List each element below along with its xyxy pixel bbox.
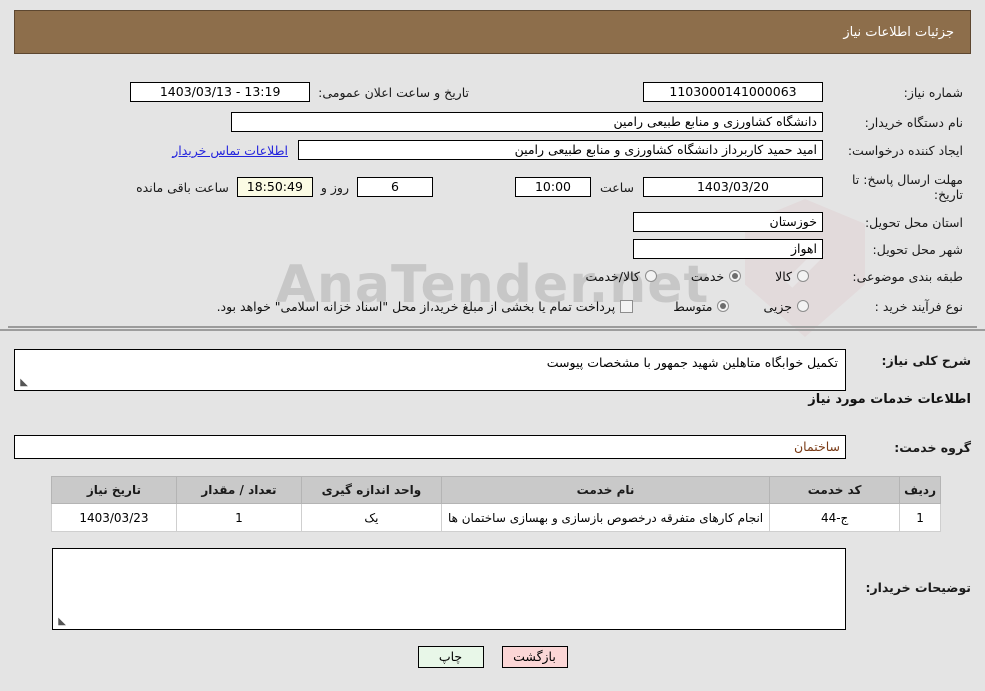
requester-label: ایجاد کننده درخواست: <box>847 142 963 158</box>
city-label: شهر محل تحویل: <box>872 241 963 257</box>
treasury-checkbox-label: پرداخت تمام یا بخشی از مبلغ خرید،از محل … <box>216 298 616 314</box>
col-quantity: تعداد / مقدار <box>175 476 302 504</box>
general-description-value: تکمیل خوابگاه متاهلین شهید جمهور با مشخص… <box>546 355 838 370</box>
row-buyer-notes: توضیحات خریدار: ◣ <box>14 548 971 630</box>
cell-quantity: 1 <box>175 503 302 532</box>
cell-service-name: انجام کارهای متفرقه درخصوص بازسازی و بهس… <box>440 503 771 532</box>
col-service-name: نام خدمت <box>440 476 771 504</box>
row-province: استان محل تحویل: خوزستان <box>22 210 963 234</box>
cell-unit: یک <box>300 503 442 532</box>
buyer-org-label: نام دستگاه خریدار: <box>864 114 963 130</box>
need-info-panel: شماره نیاز: 1103000141000063 تاریخ و ساع… <box>8 62 977 328</box>
panel-divider <box>0 329 985 331</box>
row-requester: ایجاد کننده درخواست: امید حمید کاربرداز … <box>22 138 963 162</box>
buyer-contact-link[interactable]: اطلاعات تماس خریدار <box>172 143 288 158</box>
row-need-number: شماره نیاز: 1103000141000063 تاریخ و ساع… <box>22 80 963 104</box>
cell-need-date: 1403/03/23 <box>50 503 177 532</box>
treasury-checkbox-group[interactable]: پرداخت تمام یا بخشی از مبلغ خرید،از محل … <box>217 299 634 314</box>
services-table: ردیف کد خدمت نام خدمت واحد اندازه گیری ت… <box>50 476 941 532</box>
service-group-value: ساختمان <box>14 435 846 459</box>
category-option-kala-label: کالا <box>775 268 792 284</box>
row-buyer-org: نام دستگاه خریدار: دانشگاه کشاورزی و منا… <box>22 110 963 134</box>
service-group-label: گروه خدمت: <box>894 439 971 455</box>
deadline-date-value: 1403/03/20 <box>643 177 823 197</box>
remaining-time-value: 18:50:49 <box>236 177 313 197</box>
category-label: طبقه بندی موضوعی: <box>852 268 963 284</box>
radio-kala-khedmat-icon[interactable] <box>644 270 657 282</box>
radio-motavaset-icon[interactable] <box>717 300 730 312</box>
row-service-group: گروه خدمت: ساختمان <box>14 435 971 459</box>
process-label: نوع فرآیند خرید : <box>874 298 963 314</box>
deadline-hour-value: 10:00 <box>514 177 591 197</box>
remaining-time-label: ساعت باقی مانده <box>136 179 229 195</box>
row-process: نوع فرآیند خرید : جزیی متوسط پرداخت تمام… <box>22 294 963 318</box>
cell-row-no: 1 <box>899 503 941 532</box>
row-deadline: مهلت ارسال پاسخ: تا تاریخ: 1403/03/20 سا… <box>22 170 963 204</box>
row-general-description: شرح کلی نیاز: تکمیل خوابگاه متاهلین شهید… <box>14 349 971 391</box>
category-option-khedmat[interactable]: خدمت <box>690 268 742 284</box>
public-announce-label: تاریخ و ساعت اعلان عمومی: <box>318 84 469 100</box>
buyer-notes-box[interactable]: ◣ <box>52 548 846 630</box>
category-option-kala-khedmat[interactable]: کالا/خدمت <box>585 268 657 284</box>
print-button[interactable]: چاپ <box>417 646 484 668</box>
row-category: طبقه بندی موضوعی: کالا خدمت کالا/خدمت <box>22 264 963 288</box>
remaining-days-value: 6 <box>356 177 433 197</box>
services-section-heading: اطلاعات خدمات مورد نیاز <box>808 392 971 407</box>
buyer-notes-label: توضیحات خریدار: <box>865 580 971 595</box>
process-option-motavaset[interactable]: متوسط <box>673 298 730 314</box>
page-header: جزئیات اطلاعات نیاز <box>14 10 971 54</box>
category-option-kala-khedmat-label: کالا/خدمت <box>585 268 640 284</box>
radio-khedmat-icon[interactable] <box>729 270 742 282</box>
general-description-box[interactable]: تکمیل خوابگاه متاهلین شهید جمهور با مشخص… <box>14 349 846 391</box>
col-unit: واحد اندازه گیری <box>300 476 442 504</box>
general-description-label: شرح کلی نیاز: <box>881 353 971 368</box>
requester-value: امید حمید کاربرداز دانشگاه کشاورزی و منا… <box>298 140 823 160</box>
need-number-value: 1103000141000063 <box>643 82 823 102</box>
back-button[interactable]: بازگشت <box>501 646 568 668</box>
deadline-label: مهلت ارسال پاسخ: تا تاریخ: <box>852 172 963 202</box>
public-announce-value: 13:19 - 1403/03/13 <box>130 82 311 102</box>
buyer-notes-value <box>53 549 845 559</box>
page-title: جزئیات اطلاعات نیاز <box>843 24 954 40</box>
buyer-notes-resize-grip-icon[interactable]: ◣ <box>56 617 66 627</box>
cell-service-code: ج-44 <box>769 503 901 532</box>
col-row-no: ردیف <box>899 476 941 504</box>
deadline-hour-label: ساعت <box>599 179 634 195</box>
province-value: خوزستان <box>633 212 823 232</box>
treasury-checkbox[interactable] <box>620 299 634 313</box>
table-row[interactable]: 1 ج-44 انجام کارهای متفرقه درخصوص بازساز… <box>50 503 941 532</box>
process-option-jozii[interactable]: جزیی <box>763 299 809 314</box>
table-header-row: ردیف کد خدمت نام خدمت واحد اندازه گیری ت… <box>50 476 941 504</box>
col-service-code: کد خدمت <box>769 476 901 504</box>
category-option-kala[interactable]: کالا <box>775 269 809 284</box>
need-number-label: شماره نیاز: <box>903 84 963 100</box>
col-need-date: تاریخ نیاز <box>50 476 177 504</box>
process-option-motavaset-label: متوسط <box>673 298 713 314</box>
buyer-org-value: دانشگاه کشاورزی و منابع طبیعی رامین <box>231 112 823 132</box>
footer-actions: بازگشت چاپ <box>0 646 985 668</box>
category-option-khedmat-label: خدمت <box>690 268 725 284</box>
radio-kala-icon[interactable] <box>797 270 809 282</box>
resize-grip-icon[interactable]: ◣ <box>18 378 28 388</box>
city-value: اهواز <box>633 239 823 259</box>
remaining-days-label: روز و <box>320 179 349 195</box>
process-option-jozii-label: جزیی <box>763 298 792 314</box>
province-label: استان محل تحویل: <box>864 214 963 230</box>
row-city: شهر محل تحویل: اهواز <box>22 237 963 261</box>
radio-jozii-icon[interactable] <box>797 300 809 312</box>
